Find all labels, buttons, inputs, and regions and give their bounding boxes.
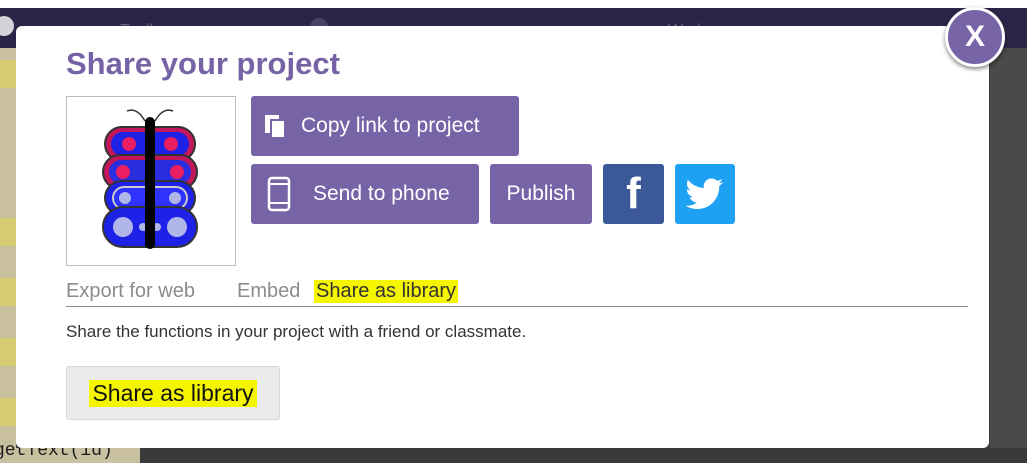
share-tabs: Export for web Embed Share as library [66,278,968,307]
app-top-strip [0,0,1027,8]
send-to-phone-button[interactable]: Send to phone [251,164,479,224]
twitter-icon [685,178,723,209]
butterfly-image [102,109,198,249]
tab-embed[interactable]: Embed [237,280,300,303]
close-button[interactable]: X [945,7,1005,67]
copy-icon [265,115,286,139]
bottom-strip [0,448,1027,463]
facebook-icon: f [626,169,641,218]
publish-label: Publish [506,182,576,205]
tab-share-as-library[interactable]: Share as library [314,280,459,303]
share-as-library-label: Share as library [89,379,257,407]
close-icon: X [964,20,985,53]
phone-icon [267,176,291,212]
copy-link-label: Copy link to project [301,114,480,137]
copy-link-button[interactable]: Copy link to project [251,96,519,156]
publish-button[interactable]: Publish [490,164,592,224]
tab-export-for-web[interactable]: Export for web [66,280,195,303]
workspace-area [990,48,1027,463]
share-dialog: Share your project Copy link to project [16,26,989,448]
project-thumbnail [66,96,236,266]
dialog-title: Share your project [66,46,340,81]
share-as-library-button[interactable]: Share as library [66,366,280,420]
library-description: Share the functions in your project with… [66,322,527,341]
twitter-button[interactable] [675,164,735,224]
back-icon [0,16,14,36]
facebook-button[interactable]: f [603,164,664,224]
send-to-phone-label: Send to phone [313,182,450,205]
code-gutter [0,48,16,463]
